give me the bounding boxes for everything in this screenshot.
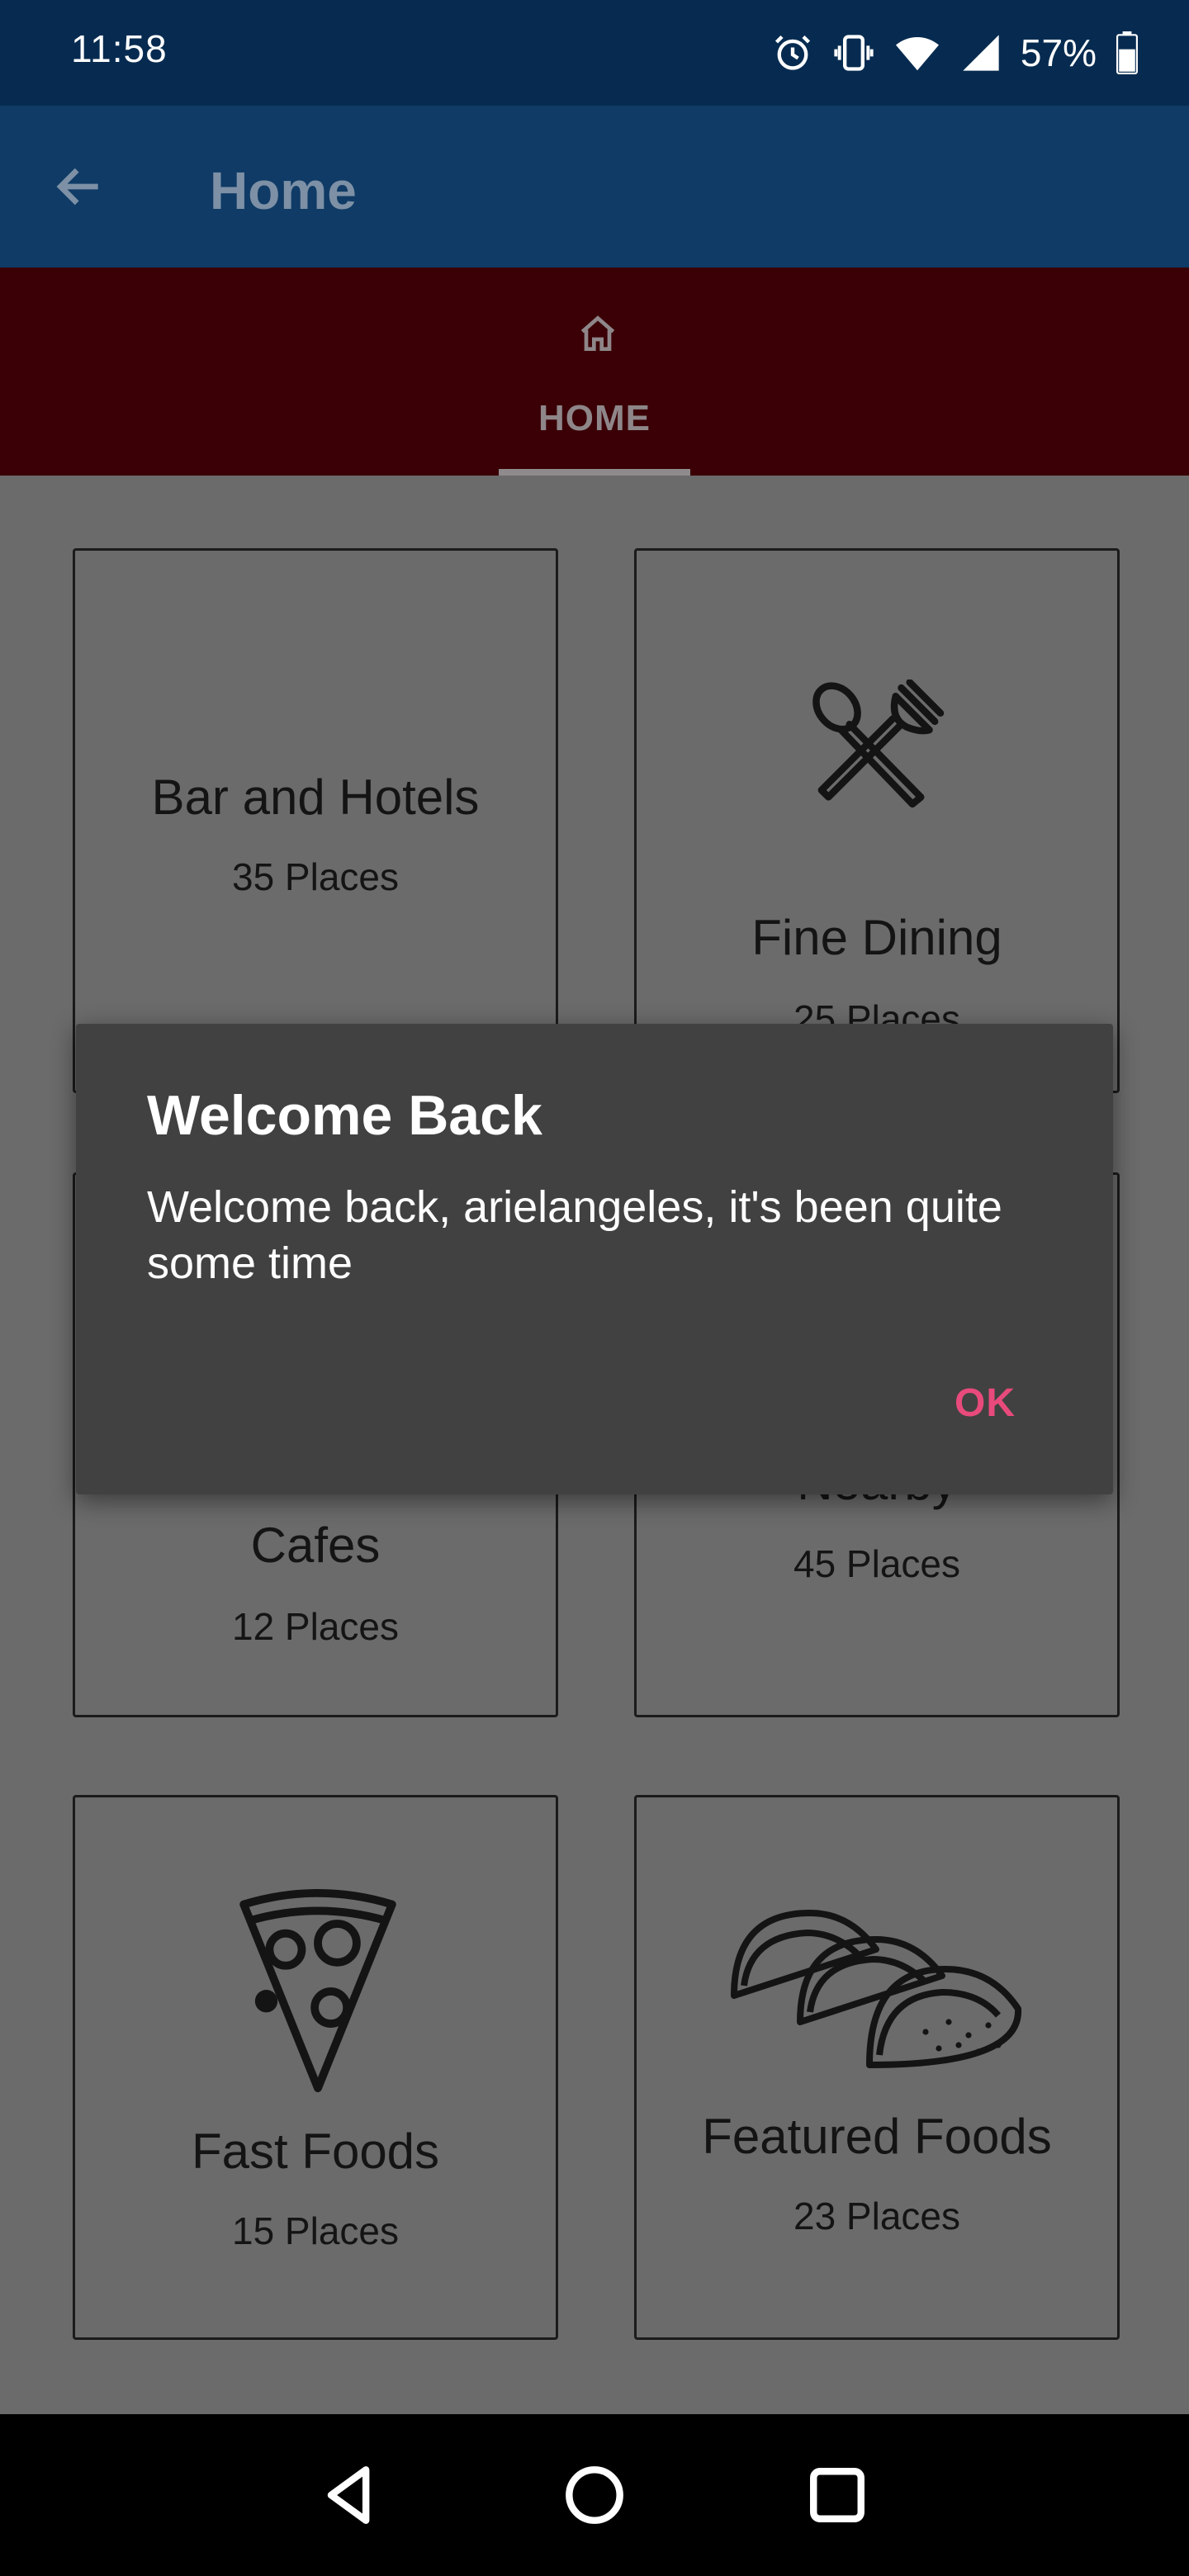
card-subtitle: 12 Places (231, 1605, 399, 1648)
dialog-title: Welcome Back (147, 1084, 542, 1147)
status-icons: 57% (771, 23, 1139, 83)
card-title: Fine Dining (751, 910, 1002, 965)
card-subtitle: 45 Places (793, 1542, 960, 1585)
page-title: Home (210, 161, 357, 220)
taco-icon (731, 1910, 1022, 2068)
pizza-icon (239, 1888, 396, 2093)
battery-icon (1116, 31, 1138, 74)
dialog-message: Welcome back, arielangeles, it's been qu… (147, 1182, 1002, 1288)
tab-home-label: HOME (538, 398, 651, 438)
card-title: Featured Foods (702, 2109, 1052, 2164)
back-arrow-icon[interactable] (51, 159, 107, 215)
tab-home[interactable]: HOME (499, 268, 690, 476)
battery-percent: 57% (1020, 31, 1097, 74)
nav-recents-icon[interactable] (799, 2457, 875, 2533)
app-bar: Home (0, 106, 1189, 268)
nav-back-icon[interactable] (312, 2457, 388, 2533)
tab-bar: HOME (0, 268, 1189, 476)
fork-spoon-icon (812, 680, 945, 808)
card-subtitle: 35 Places (231, 855, 399, 898)
ok-button[interactable]: OK (955, 1380, 1016, 1426)
status-time: 11:58 (71, 27, 168, 70)
card-fast-foods[interactable]: Fast Foods 15 Places (73, 1795, 558, 2340)
tab-indicator (499, 469, 690, 476)
status-bar: 11:58 57% (0, 0, 1189, 106)
alarm-icon (775, 35, 810, 70)
card-bar-and-hotels[interactable]: Bar and Hotels 35 Places (73, 548, 558, 1093)
card-subtitle: 15 Places (231, 2209, 399, 2252)
system-nav-bar (0, 2414, 1189, 2576)
card-featured-foods[interactable]: Featured Foods 23 Places (634, 1795, 1120, 2340)
vibrate-icon (834, 35, 874, 71)
card-fine-dining[interactable]: Fine Dining 25 Places (634, 548, 1120, 1093)
nav-home-icon[interactable] (557, 2457, 632, 2533)
welcome-dialog: Welcome Back Welcome back, arielangeles,… (76, 1024, 1113, 1494)
card-title: Bar and Hotels (151, 769, 480, 825)
card-title: Fast Foods (191, 2124, 440, 2179)
wifi-icon (895, 36, 939, 71)
signal-icon (963, 35, 999, 71)
card-subtitle: 23 Places (793, 2195, 960, 2237)
home-icon (580, 315, 615, 351)
card-title: Cafes (250, 1518, 381, 1573)
